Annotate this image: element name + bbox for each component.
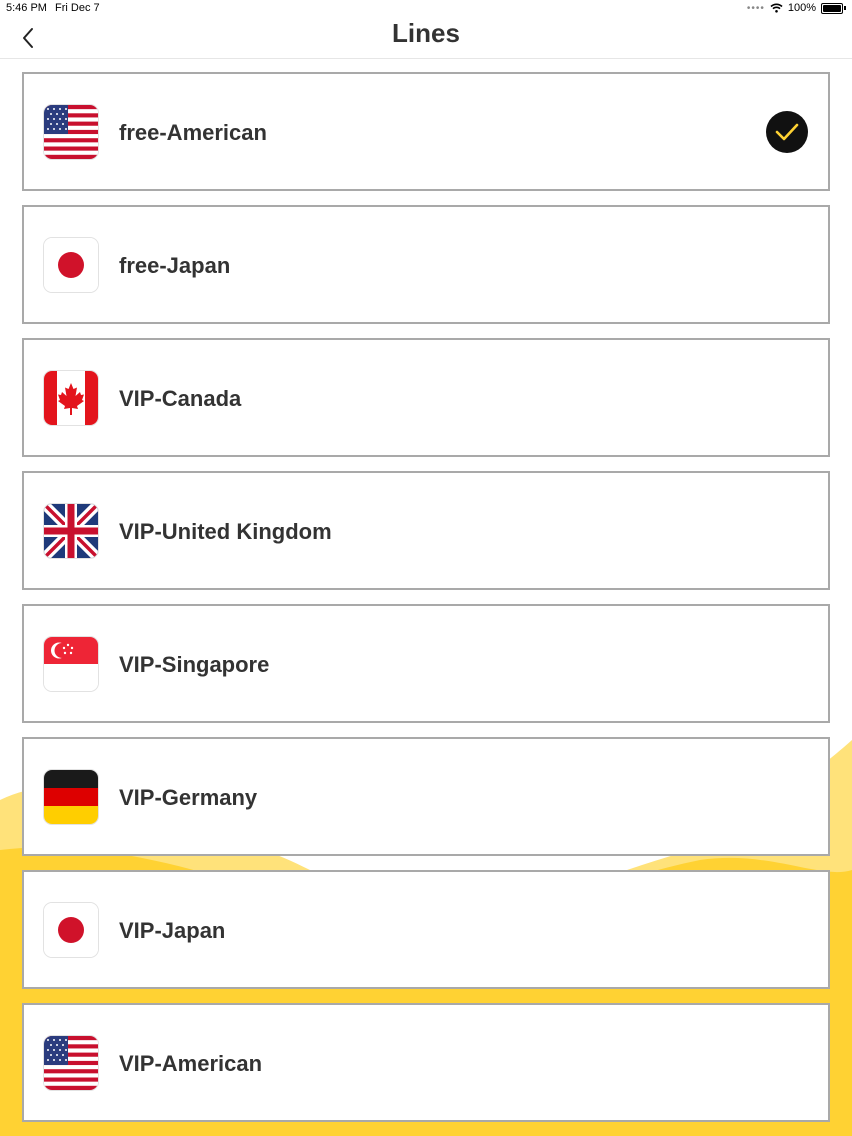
line-item-vip-germany[interactable]: VIP-Germany: [22, 737, 830, 856]
us-flag-icon: [44, 1036, 98, 1090]
singapore-flag-icon: [44, 637, 98, 691]
multitasking-dots-icon: ••••: [746, 2, 765, 14]
line-name: VIP-United Kingdom: [119, 519, 332, 544]
line-item-vip-united-kingdom[interactable]: VIP-United Kingdom: [22, 471, 830, 590]
navigation-bar: Lines: [0, 18, 852, 59]
line-name: VIP-Japan: [119, 918, 226, 943]
line-item-free-japan[interactable]: free-Japan: [22, 205, 830, 324]
line-name: VIP-American: [119, 1051, 263, 1076]
battery-percent: 100%: [787, 2, 816, 14]
line-item-vip-japan[interactable]: VIP-Japan: [22, 870, 830, 989]
line-name: VIP-Canada: [119, 386, 242, 411]
japan-flag-icon: [44, 238, 98, 292]
status-indicators: •••• 100%: [747, 2, 846, 14]
status-date: Fri Dec 7: [55, 2, 100, 14]
selected-check-icon: [766, 111, 808, 153]
battery-cap: [844, 6, 846, 10]
line-name: free-American: [119, 120, 267, 145]
line-name: VIP-Singapore: [119, 652, 270, 677]
line-item-vip-canada[interactable]: VIP-Canada: [22, 338, 830, 457]
germany-flag-icon: [44, 770, 98, 824]
page-title: Lines: [392, 18, 460, 48]
battery-icon: [821, 2, 843, 14]
japan-flag-icon: [44, 903, 98, 957]
lines-list: free-American free-Japan VIP-Canada VIP-…: [22, 72, 830, 1136]
uk-flag-icon: [44, 504, 98, 558]
line-name: VIP-Germany: [119, 785, 258, 810]
us-flag-icon: [44, 105, 98, 159]
status-time: 5:46 PM: [6, 2, 47, 14]
line-name: free-Japan: [119, 253, 231, 278]
line-item-vip-american[interactable]: VIP-American: [22, 1003, 830, 1122]
canada-flag-icon: [44, 371, 98, 425]
line-item-vip-singapore[interactable]: VIP-Singapore: [22, 604, 830, 723]
status-bar: 5:46 PM Fri Dec 7 •••• 100%: [0, 0, 852, 18]
wifi-icon: [770, 3, 783, 13]
line-item-free-american[interactable]: free-American: [22, 72, 830, 191]
